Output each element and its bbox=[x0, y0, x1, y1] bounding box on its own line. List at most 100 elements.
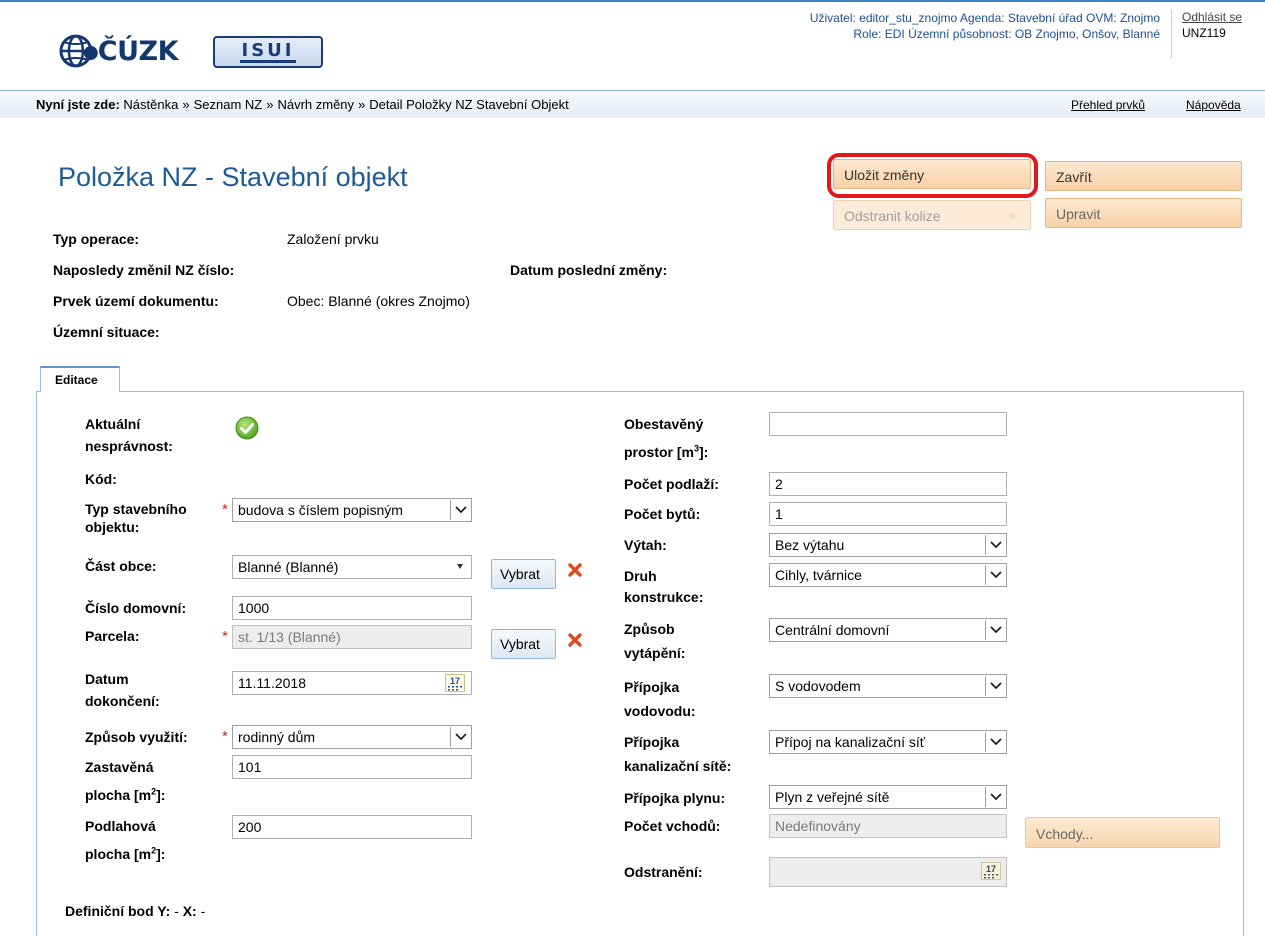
chevron-down-icon bbox=[450, 500, 470, 520]
incorrect-label: Aktuální nesprávnost: bbox=[85, 413, 173, 457]
building-type-value: budova s číslem popisným bbox=[238, 502, 403, 518]
last-changed-label: Naposledy změnil NZ číslo: bbox=[53, 262, 235, 278]
territory-value: Obec: Blanné (okres Znojmo) bbox=[287, 293, 470, 309]
removal-date-input bbox=[769, 857, 1007, 887]
floor-area-label-end: ]: bbox=[156, 846, 166, 862]
entrances-button[interactable]: Vchody... bbox=[1025, 817, 1220, 848]
tab-editace[interactable]: Editace bbox=[40, 366, 120, 392]
definition-point: Definiční bod Y: - X: - bbox=[65, 903, 205, 919]
operation-type-label: Typ operace: bbox=[53, 231, 140, 247]
app-header: ČÚZK ISUI Uživatel: editor_stu_znojmo Ag… bbox=[0, 0, 1265, 90]
user-line: Uživatel: editor_stu_znojmo Agenda: Stav… bbox=[809, 11, 1160, 25]
gas-select[interactable]: Plyn z veřejné sítě bbox=[769, 785, 1007, 809]
operation-type-row: Typ operace: bbox=[53, 231, 139, 247]
breadcrumb-item-nz-list[interactable]: Seznam NZ bbox=[194, 97, 263, 112]
built-area-label-line1: Zastavěná bbox=[85, 759, 154, 775]
breadcrumb-label: Nyní jste zde: bbox=[36, 97, 120, 112]
heating-select[interactable]: Centrální domovní bbox=[769, 618, 1007, 642]
floor-area-label: Podlahová plocha [m2]: bbox=[85, 815, 165, 865]
completion-date-label-line2: dokončení: bbox=[85, 693, 160, 709]
building-type-select[interactable]: budova s číslem popisným bbox=[232, 498, 472, 522]
volume-label: Obestavěný prostor [m3]: bbox=[624, 413, 708, 463]
calendar-day: 17 bbox=[450, 676, 460, 686]
close-button[interactable]: Zavřít bbox=[1045, 161, 1242, 191]
select-parcel-button[interactable]: Vybrat bbox=[491, 629, 556, 659]
gas-label: Přípojka plynu: bbox=[624, 790, 726, 806]
completion-date-input[interactable] bbox=[232, 671, 472, 695]
construction-select[interactable]: Cihly, tvárnice bbox=[769, 563, 1007, 587]
calendar-icon[interactable]: 17 bbox=[445, 674, 465, 692]
definition-point-x-label: X: bbox=[182, 903, 197, 919]
volume-label-text: prostor [m bbox=[624, 444, 694, 460]
territory-label: Prvek území dokumentu: bbox=[53, 293, 219, 309]
elevator-value: Bez výtahu bbox=[775, 537, 845, 553]
sewer-value: Přípoj na kanalizační síť bbox=[775, 734, 925, 750]
water-label: Přípojka vodovodu: bbox=[624, 676, 696, 722]
sewer-select[interactable]: Přípoj na kanalizační síť bbox=[769, 730, 1007, 754]
territory-row: Prvek území dokumentu: bbox=[53, 293, 219, 309]
check-ok-icon bbox=[235, 416, 259, 440]
construction-value: Cihly, tvárnice bbox=[775, 567, 862, 583]
usage-select[interactable]: rodinný dům bbox=[232, 725, 472, 749]
required-mark: * bbox=[222, 501, 228, 518]
part-combobox[interactable]: Blanné (Blanné) bbox=[232, 555, 472, 579]
floor-area-input[interactable] bbox=[232, 815, 472, 839]
built-area-label-end: ]: bbox=[156, 787, 166, 803]
water-select[interactable]: S vodovodem bbox=[769, 674, 1007, 698]
parcel-input bbox=[232, 625, 472, 649]
elevator-label: Výtah: bbox=[624, 537, 667, 553]
parcel-label: Parcela: bbox=[85, 628, 140, 644]
built-area-input[interactable] bbox=[232, 755, 472, 779]
save-changes-button[interactable]: Uložit změny bbox=[833, 159, 1031, 189]
elevator-select[interactable]: Bez výtahu bbox=[769, 533, 1007, 557]
usage-label: Způsob využití: bbox=[85, 729, 188, 745]
water-label-line2: vodovodu: bbox=[624, 703, 696, 719]
last-change-date-label: Datum poslední změny: bbox=[510, 262, 668, 278]
floor-area-label-line2: plocha [m2]: bbox=[85, 843, 165, 865]
logout-link[interactable]: Odhlásit se bbox=[1182, 10, 1242, 24]
incorrect-label-line2: nesprávnost: bbox=[85, 438, 173, 454]
part-label: Část obce: bbox=[85, 558, 157, 574]
floors-input[interactable] bbox=[769, 472, 1007, 496]
building-type-label: Typ stavebního objektu: bbox=[85, 498, 187, 538]
code-label: Kód: bbox=[85, 471, 117, 487]
entrances-input bbox=[769, 814, 1007, 838]
chevron-down-icon bbox=[985, 732, 1005, 752]
chevron-down-icon bbox=[985, 787, 1005, 807]
house-number-label: Číslo domovní: bbox=[85, 600, 187, 616]
water-label-line1: Přípojka bbox=[624, 679, 680, 695]
calendar-icon[interactable]: 17 bbox=[981, 862, 1001, 880]
completion-date-label-line1: Datum bbox=[85, 671, 129, 687]
floor-area-label-line1: Podlahová bbox=[85, 818, 156, 834]
flats-label: Počet bytů: bbox=[624, 506, 701, 522]
help-link[interactable]: Nápověda bbox=[1186, 98, 1241, 112]
breadcrumb-item-change-proposal[interactable]: Návrh změny bbox=[277, 97, 354, 112]
water-value: S vodovodem bbox=[775, 678, 861, 694]
house-number-input[interactable] bbox=[232, 596, 472, 620]
edit-button[interactable]: Upravit bbox=[1045, 198, 1242, 228]
part-value: Blanné (Blanné) bbox=[238, 559, 339, 575]
dropdown-arrow-icon bbox=[457, 564, 463, 569]
sewer-label-line2: kanalizační sítě: bbox=[624, 758, 732, 774]
clear-part-icon[interactable] bbox=[568, 563, 582, 577]
sewer-label-line1: Přípojka bbox=[624, 734, 680, 750]
situation-label: Územní situace: bbox=[53, 324, 160, 340]
overview-link[interactable]: Přehled prvků bbox=[1071, 98, 1145, 112]
flats-input[interactable] bbox=[769, 502, 1007, 526]
heating-value: Centrální domovní bbox=[775, 622, 890, 638]
breadcrumb-item-dashboard[interactable]: Nástěnka bbox=[123, 97, 178, 112]
floors-label: Počet podlaží: bbox=[624, 476, 719, 492]
select-part-button[interactable]: Vybrat bbox=[491, 559, 556, 589]
construction-label-line1: Druh bbox=[624, 568, 657, 584]
heating-label-line2: vytápění: bbox=[624, 645, 686, 661]
volume-input[interactable] bbox=[769, 412, 1007, 436]
breadcrumb-separator: » bbox=[266, 97, 274, 112]
last-change-date-row: Datum poslední změny: bbox=[510, 262, 667, 278]
gas-value: Plyn z veřejné sítě bbox=[775, 789, 890, 805]
volume-label-line1: Obestavěný bbox=[624, 416, 704, 432]
page-title: Položka NZ - Stavební objekt bbox=[58, 162, 408, 192]
breadcrumb-item-current: Detail Položky NZ Stavební Objekt bbox=[369, 97, 569, 112]
isui-logo[interactable]: ISUI bbox=[213, 36, 323, 68]
cuzk-logo: ČÚZK bbox=[58, 32, 179, 70]
clear-parcel-icon[interactable] bbox=[568, 633, 582, 647]
